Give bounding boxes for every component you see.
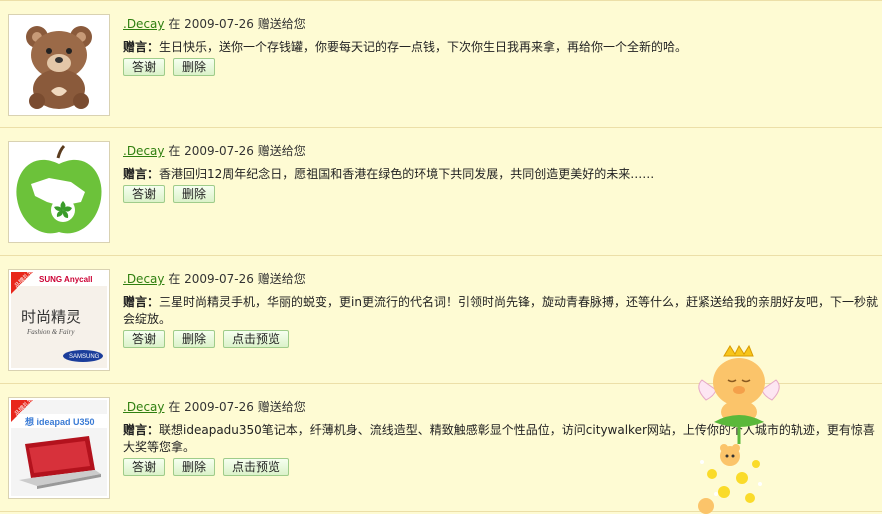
gift-item: .Decay 在 2009-07-26 赠送给您 赠言：生日快乐，送你一个存钱罐…: [0, 0, 882, 128]
gift-date: 在 2009-07-26 赠送给您: [168, 144, 306, 158]
ad-brand: 想 ideapad U350: [24, 416, 95, 427]
message-label: 赠言：: [123, 167, 160, 181]
message-label: 赠言：: [123, 423, 160, 437]
angel-pig-mascot: [698, 344, 780, 514]
thank-button[interactable]: 答谢: [123, 330, 166, 348]
delete-button[interactable]: 删除: [173, 458, 216, 476]
gift-info: .Decay 在 2009-07-26 赠送给您 赠言：生日快乐，送你一个存钱罐…: [123, 15, 880, 76]
thank-button[interactable]: 答谢: [123, 58, 166, 76]
samsung-phone-ad: SUNG Anycall 品牌礼物 时尚精灵 Fashion & Fairy S…: [11, 272, 107, 368]
message-text: 香港回归12周年纪念日，愿祖国和香港在绿色的环境下共同发展，共同创造更美好的未来…: [159, 167, 655, 181]
thank-button[interactable]: 答谢: [123, 458, 166, 476]
gift-image[interactable]: SUNG Anycall 品牌礼物 时尚精灵 Fashion & Fairy S…: [8, 269, 110, 371]
teddy-bear-icon: [21, 25, 95, 109]
gift-image[interactable]: [8, 141, 110, 243]
gift-meta: .Decay 在 2009-07-26 赠送给您: [123, 142, 880, 160]
gift-actions: 答谢 删除: [123, 185, 880, 203]
message-text: 三星时尚精灵手机，华丽的蜕变，更in更流行的代名词！引领时尚先锋，旋动青春脉搏，…: [123, 295, 878, 326]
ad-brand: SUNG Anycall: [39, 275, 93, 284]
gift-item: .Decay 在 2009-07-26 赠送给您 赠言：香港回归12周年纪念日，…: [0, 128, 882, 256]
gift-message: 赠言：香港回归12周年纪念日，愿祖国和香港在绿色的环境下共同发展，共同创造更美好…: [123, 166, 880, 183]
gift-date: 在 2009-07-26 赠送给您: [168, 400, 306, 414]
gift-image[interactable]: 想 ideapad U350 品牌礼物: [8, 397, 110, 499]
ad-subtitle: Fashion & Fairy: [26, 328, 75, 336]
message-label: 赠言：: [123, 40, 160, 54]
gift-message: 赠言：生日快乐，送你一个存钱罐，你要每天记的存一点钱，下次你生日我再来拿，再给你…: [123, 39, 880, 56]
gift-meta: .Decay 在 2009-07-26 赠送给您: [123, 15, 880, 33]
gift-date: 在 2009-07-26 赠送给您: [168, 17, 306, 31]
ad-title: 时尚精灵: [21, 308, 81, 326]
preview-button[interactable]: 点击预览: [223, 330, 290, 348]
gift-meta: .Decay 在 2009-07-26 赠送给您: [123, 270, 880, 288]
delete-button[interactable]: 删除: [173, 185, 216, 203]
gift-actions: 答谢 删除: [123, 58, 880, 76]
gift-info: .Decay 在 2009-07-26 赠送给您 赠言：香港回归12周年纪念日，…: [123, 142, 880, 203]
gift-image[interactable]: [8, 14, 110, 116]
preview-button[interactable]: 点击预览: [223, 458, 290, 476]
gift-date: 在 2009-07-26 赠送给您: [168, 272, 306, 286]
gift-info: .Decay 在 2009-07-26 赠送给您 赠言：三星时尚精灵手机，华丽的…: [123, 270, 880, 348]
green-apple-icon: [16, 144, 102, 234]
sender-link[interactable]: .Decay: [123, 400, 165, 414]
delete-button[interactable]: 删除: [173, 330, 216, 348]
gift-message: 赠言：三星时尚精灵手机，华丽的蜕变，更in更流行的代名词！引领时尚先锋，旋动青春…: [123, 294, 880, 328]
message-text: 生日快乐，送你一个存钱罐，你要每天记的存一点钱，下次你生日我再来拿，再给你一个全…: [159, 40, 688, 54]
sender-link[interactable]: .Decay: [123, 17, 165, 31]
delete-button[interactable]: 删除: [173, 58, 216, 76]
lenovo-laptop-ad: 想 ideapad U350 品牌礼物: [11, 400, 107, 496]
thank-button[interactable]: 答谢: [123, 185, 166, 203]
ad-logo: SAMSUNG: [69, 354, 100, 360]
sender-link[interactable]: .Decay: [123, 272, 165, 286]
message-label: 赠言：: [123, 295, 160, 309]
sender-link[interactable]: .Decay: [123, 144, 165, 158]
